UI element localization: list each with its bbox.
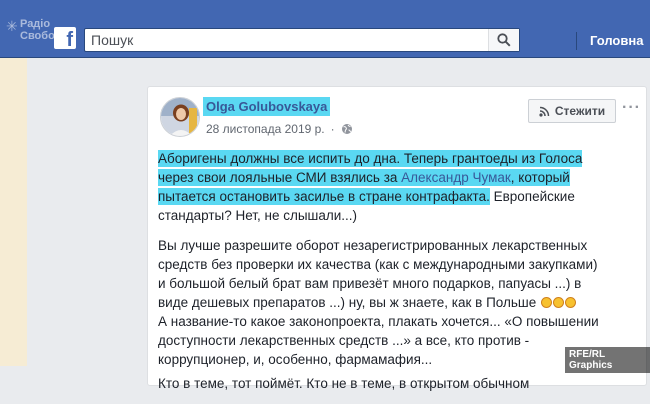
post-date[interactable]: 28 листопада 2019 р. <box>206 122 325 136</box>
post-meta: 28 листопада 2019 р. · <box>206 122 353 136</box>
search-box <box>84 28 520 52</box>
post-card: Olga Golubovskaya 28 листопада 2019 р. ·… <box>147 86 647 391</box>
more-options-button[interactable]: ··· <box>622 99 641 117</box>
nav-divider <box>576 32 577 50</box>
paragraph-2-text: Вы лучше разрешите оборот незарегистриро… <box>158 238 598 310</box>
post-paragraph-2: Вы лучше разрешите оборот незарегистриро… <box>158 236 603 312</box>
post-paragraph-3: А название-то какое законопроекта, плака… <box>158 314 599 367</box>
search-input[interactable] <box>91 31 481 49</box>
facebook-logo[interactable]: f <box>54 27 76 49</box>
home-link[interactable]: Головна <box>590 33 643 48</box>
credit-label: RFE/RL Graphics <box>565 347 650 373</box>
post-paragraph-4: Кто в теме, тот поймёт. Кто не в теме, в… <box>158 376 530 391</box>
follow-label: Стежити <box>554 104 606 118</box>
avatar-image <box>161 98 199 136</box>
top-bar: ✳ Радіо Свобода f Головна <box>0 0 650 58</box>
avatar[interactable] <box>160 97 200 137</box>
mention-link[interactable]: Александр Чумак <box>401 170 511 185</box>
search-icon <box>497 33 511 47</box>
post-author[interactable]: Olga Golubovskaya <box>203 97 331 116</box>
laughing-emoji-icon <box>553 297 565 308</box>
separator-dot: · <box>330 122 335 136</box>
post-paragraph-1: Аборигены должны все испить до дна. Тепе… <box>158 149 603 225</box>
globe-icon[interactable] <box>341 123 353 135</box>
brand-star-icon: ✳ <box>6 18 18 34</box>
search-button[interactable] <box>488 29 519 51</box>
laughing-emoji-icon <box>541 297 553 308</box>
laughing-emoji-icon <box>565 297 577 308</box>
follow-button[interactable]: Стежити <box>528 99 616 123</box>
rss-icon <box>539 106 550 117</box>
